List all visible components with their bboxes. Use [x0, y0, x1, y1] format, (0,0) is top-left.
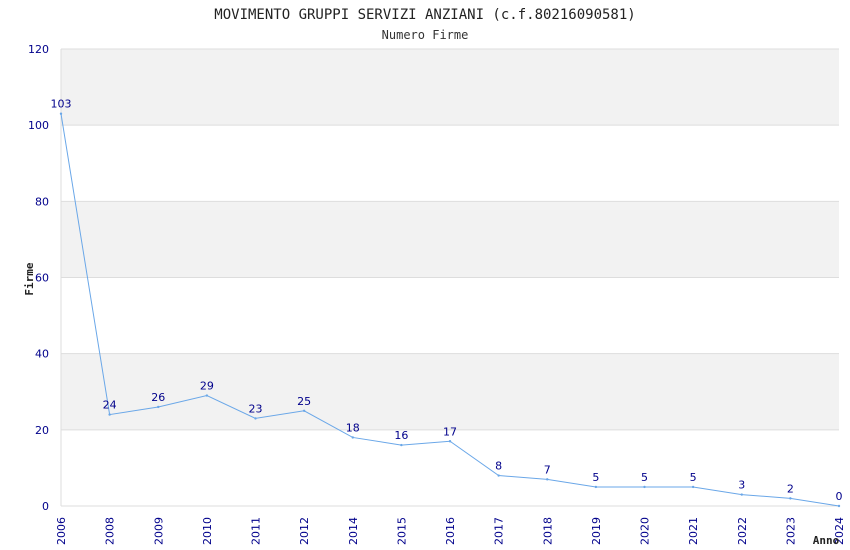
data-point: [691, 485, 695, 489]
background-band: [61, 125, 839, 202]
data-label: 3: [738, 479, 745, 492]
data-label: 103: [51, 98, 72, 111]
x-tick-label: 2018: [541, 517, 554, 545]
x-tick-label: 2010: [201, 517, 214, 545]
data-label: 5: [641, 471, 648, 484]
x-tick-label: 2006: [55, 517, 68, 545]
y-tick-label: 60: [35, 272, 49, 285]
data-label: 26: [151, 391, 165, 404]
data-label: 25: [297, 395, 311, 408]
data-label: 24: [103, 399, 117, 412]
data-point: [448, 440, 452, 443]
data-label: 5: [690, 471, 697, 484]
data-label: 0: [836, 490, 843, 503]
x-tick-label: 2008: [104, 517, 117, 545]
data-point: [400, 443, 403, 447]
x-tick-label: 2019: [590, 517, 603, 545]
background-band: [61, 277, 839, 354]
x-tick-label: 2014: [347, 517, 360, 545]
data-point: [157, 405, 160, 409]
data-label: 5: [592, 471, 599, 484]
data-point: [789, 497, 792, 500]
y-tick-label: 20: [35, 424, 49, 437]
chart-title: MOVIMENTO GRUPPI SERVIZI ANZIANI (c.f.80…: [214, 7, 635, 23]
data-label: 7: [544, 463, 551, 476]
data-point: [643, 485, 646, 489]
data-point: [497, 474, 500, 477]
x-tick-label: 2011: [250, 517, 263, 545]
x-tick-label: 2012: [298, 517, 311, 545]
data-point: [108, 413, 111, 416]
data-label: 8: [495, 460, 502, 473]
background-band: [61, 201, 839, 278]
data-point: [594, 485, 598, 489]
y-tick-label: 40: [35, 348, 49, 361]
x-tick-label: 2020: [639, 517, 652, 545]
background-band: [61, 49, 839, 126]
line-chart: MOVIMENTO GRUPPI SERVIZI ANZIANI (c.f.80…: [23, 7, 846, 547]
data-label: 2: [787, 482, 794, 495]
x-tick-label: 2023: [784, 517, 797, 545]
y-tick-label: 80: [35, 195, 49, 208]
data-point: [59, 112, 63, 115]
x-axis-title: Anno: [813, 534, 840, 547]
y-tick-label: 100: [28, 119, 49, 132]
data-label: 29: [200, 380, 214, 393]
data-point: [546, 478, 549, 481]
data-point: [837, 504, 841, 508]
data-point: [205, 394, 209, 397]
data-point: [351, 436, 354, 439]
data-label: 17: [443, 425, 457, 438]
background-band: [61, 353, 839, 430]
data-label: 18: [346, 421, 360, 434]
x-tick-label: 2022: [736, 517, 749, 545]
data-point: [254, 417, 257, 420]
y-tick-label: 0: [42, 500, 49, 513]
chart-subtitle: Numero Firme: [382, 28, 469, 42]
data-label: 16: [394, 429, 408, 442]
data-point: [740, 493, 743, 496]
x-tick-label: 2016: [444, 517, 457, 545]
x-tick-label: 2009: [152, 517, 165, 545]
data-label: 23: [249, 402, 263, 415]
x-axis-ticks: 2006 2008 2009 2010 2011 2012 2014 2015 2016 2017…: [55, 517, 846, 545]
y-axis-title: Firme: [23, 262, 36, 295]
x-tick-label: 2021: [687, 517, 700, 545]
x-tick-label: 2017: [493, 517, 506, 545]
y-tick-label: 120: [28, 43, 49, 56]
data-point: [302, 409, 306, 412]
x-tick-label: 2015: [395, 517, 408, 545]
